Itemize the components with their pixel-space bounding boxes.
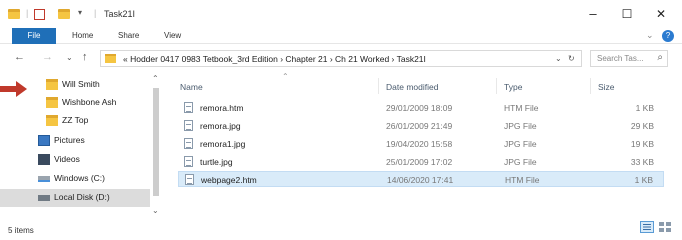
jpg-file-icon	[184, 138, 193, 149]
sort-ascending-icon: ⌃	[282, 72, 289, 81]
sidebar-item-label: Windows (C:)	[54, 173, 106, 183]
properties-icon[interactable]	[34, 9, 45, 20]
details-view-icon[interactable]	[640, 221, 654, 233]
jpg-file-icon	[184, 120, 193, 131]
sidebar-item-label: Will Smith	[62, 79, 100, 89]
file-size: 19 KB	[630, 139, 654, 149]
file-type: HTM File	[504, 103, 539, 113]
file-date: 29/01/2009 18:09	[386, 103, 453, 113]
address-row: ← → ⌄ ↑ « Hodder 0417 0983 Tetbook_3rd E…	[0, 47, 682, 71]
file-name: webpage2.htm	[201, 175, 257, 185]
sidebar-item-videos[interactable]: Videos	[0, 151, 150, 169]
large-icons-view-icon[interactable]	[658, 221, 672, 233]
file-row[interactable]: remora.htm 29/01/2009 18:09 HTM File 1 K…	[178, 100, 664, 116]
file-size: 29 KB	[630, 121, 654, 131]
folder-icon	[46, 115, 58, 126]
column-divider[interactable]	[590, 78, 591, 94]
breadcrumb[interactable]: « Hodder 0417 0983 Tetbook_3rd Edition ›…	[123, 54, 426, 64]
sidebar-item-wishbone-ash[interactable]: Wishbone Ash	[0, 94, 150, 112]
tab-home[interactable]: Home	[72, 31, 93, 40]
forward-button[interactable]: →	[42, 51, 53, 63]
sidebar-scrollbar[interactable]: ⌃ ⌄	[150, 72, 162, 218]
column-header-size[interactable]: Size	[598, 82, 615, 92]
back-button[interactable]: ←	[14, 51, 25, 63]
column-header-type[interactable]: Type	[504, 82, 522, 92]
file-name: remora.jpg	[200, 121, 241, 131]
file-date: 26/01/2009 21:49	[386, 121, 453, 131]
pictures-icon	[38, 135, 50, 146]
file-list: ⌃ Name Date modified Type Size remora.ht…	[172, 72, 668, 192]
scroll-up-icon[interactable]: ⌃	[152, 74, 159, 83]
folder-icon	[46, 79, 58, 90]
tab-share[interactable]: Share	[118, 31, 139, 40]
sidebar-item-windows-c[interactable]: Windows (C:)	[0, 170, 150, 188]
sidebar-item-pictures[interactable]: Pictures	[0, 132, 150, 150]
htm-file-icon	[184, 102, 193, 113]
htm-file-icon	[185, 174, 194, 185]
item-count: 5 items	[8, 226, 34, 235]
minimize-button[interactable]: –	[578, 4, 608, 24]
up-button[interactable]: ↑	[82, 51, 88, 63]
file-size: 1 KB	[635, 103, 654, 113]
tab-file[interactable]: File	[12, 28, 56, 44]
tab-view[interactable]: View	[164, 31, 181, 40]
new-folder-icon[interactable]	[58, 9, 70, 19]
scrollbar-thumb[interactable]	[153, 88, 159, 196]
refresh-icon[interactable]: ↻	[568, 54, 575, 63]
recent-locations-icon[interactable]: ⌄	[66, 53, 73, 62]
column-divider[interactable]	[496, 78, 497, 94]
file-row[interactable]: remora.jpg 26/01/2009 21:49 JPG File 29 …	[178, 118, 664, 134]
disk-icon	[38, 195, 50, 201]
file-type: JPG File	[504, 157, 537, 167]
drive-icon	[38, 176, 50, 182]
column-header-name[interactable]: Name	[180, 82, 203, 92]
file-type: HTM File	[505, 175, 540, 185]
file-size: 33 KB	[630, 157, 654, 167]
window-title: Task21I	[104, 9, 136, 19]
file-name: remora.htm	[200, 103, 244, 113]
title-bar: | ▾ | Task21I – ☐ ✕	[0, 0, 682, 28]
file-row-selected[interactable]: webpage2.htm 14/06/2020 17:41 HTM File 1…	[178, 171, 664, 187]
separator: |	[94, 8, 97, 18]
expand-ribbon-icon[interactable]: ⌄	[646, 30, 654, 41]
sidebar-item-zz-top[interactable]: ZZ Top	[0, 112, 150, 130]
quick-access-dropdown-icon[interactable]: ▾	[78, 8, 82, 20]
folder-icon	[8, 9, 20, 19]
separator: |	[26, 8, 29, 18]
sidebar-item-label: Local Disk (D:)	[54, 192, 110, 202]
folder-icon	[46, 97, 58, 108]
file-size: 1 KB	[634, 175, 653, 185]
jpg-file-icon	[184, 156, 193, 167]
folder-icon	[105, 54, 116, 63]
help-icon[interactable]: ?	[662, 30, 674, 42]
file-row[interactable]: turtle.jpg 25/01/2009 17:02 JPG File 33 …	[178, 154, 664, 170]
search-input[interactable]: Search Tas... ⌕	[590, 50, 668, 67]
sidebar-item-label: Pictures	[54, 135, 85, 145]
close-button[interactable]: ✕	[646, 4, 676, 24]
sidebar-item-label: ZZ Top	[62, 115, 89, 125]
column-header-date[interactable]: Date modified	[386, 82, 438, 92]
file-row[interactable]: remora1.jpg 19/04/2020 15:58 JPG File 19…	[178, 136, 664, 152]
search-icon[interactable]: ⌕	[657, 52, 663, 63]
file-name: turtle.jpg	[200, 157, 233, 167]
ribbon-tabs: File Home Share View ⌄ ?	[0, 28, 682, 44]
file-type: JPG File	[504, 139, 537, 149]
sidebar-item-will-smith[interactable]: Will Smith	[0, 76, 150, 94]
file-name: remora1.jpg	[200, 139, 246, 149]
column-divider[interactable]	[378, 78, 379, 94]
address-bar[interactable]: « Hodder 0417 0983 Tetbook_3rd Edition ›…	[100, 50, 582, 67]
navigation-pane: Will Smith Wishbone Ash ZZ Top Pictures …	[0, 72, 168, 218]
sidebar-item-local-disk-d[interactable]: Local Disk (D:)	[0, 189, 150, 207]
address-dropdown-icon[interactable]: ⌄	[555, 54, 562, 63]
file-date: 25/01/2009 17:02	[386, 157, 453, 167]
scroll-down-icon[interactable]: ⌄	[152, 206, 159, 215]
file-date: 14/06/2020 17:41	[387, 175, 454, 185]
sidebar-item-label: Wishbone Ash	[62, 97, 117, 107]
maximize-button[interactable]: ☐	[612, 4, 642, 24]
videos-icon	[38, 154, 50, 165]
file-type: JPG File	[504, 121, 537, 131]
file-date: 19/04/2020 15:58	[386, 139, 453, 149]
sidebar-item-label: Videos	[54, 154, 80, 164]
search-placeholder: Search Tas...	[597, 54, 644, 63]
